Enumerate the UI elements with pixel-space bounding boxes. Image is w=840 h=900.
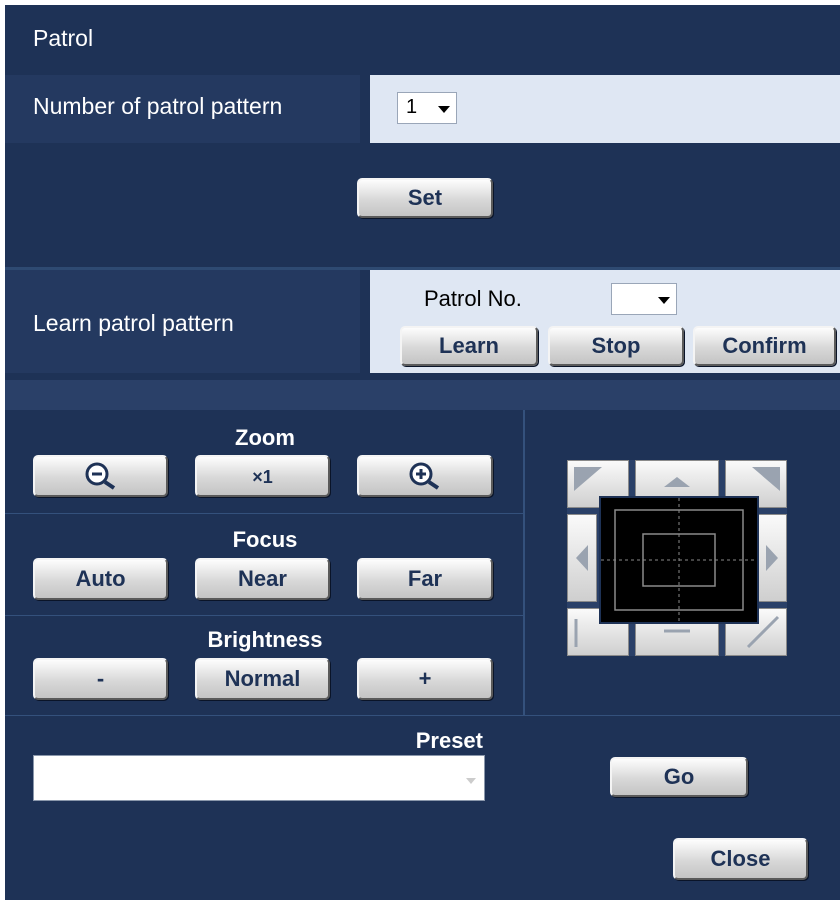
- patrol-pattern-select-value: 1: [406, 96, 418, 118]
- set-section: Set: [5, 143, 840, 265]
- brightness-title: Brightness: [207, 627, 323, 652]
- patrol-dialog: Patrol Number of patrol pattern 1 Set Le…: [5, 5, 840, 900]
- preset-title: Preset: [415, 728, 483, 753]
- dialog-title: Patrol: [33, 25, 94, 51]
- close-button[interactable]: Close: [673, 838, 808, 880]
- zoom-in-button[interactable]: [357, 455, 493, 497]
- zoom-title: Zoom: [235, 425, 295, 450]
- stop-button[interactable]: Stop: [548, 326, 684, 366]
- crosshair-icon: [601, 498, 757, 622]
- learn-value-cell: Patrol No. Learn Stop Confirm: [370, 270, 840, 373]
- ptz-view-area[interactable]: [599, 496, 759, 624]
- focus-near-button[interactable]: Near: [195, 558, 330, 600]
- patrol-pattern-select[interactable]: 1: [397, 92, 457, 124]
- divider: [5, 513, 525, 514]
- pan-right-button[interactable]: [757, 514, 787, 602]
- confirm-button[interactable]: Confirm: [693, 326, 836, 366]
- dialog-footer: Close: [5, 820, 840, 900]
- preset-go-button[interactable]: Go: [610, 757, 748, 797]
- brightness-minus-button[interactable]: -: [33, 658, 168, 700]
- section-band: [5, 380, 840, 410]
- arrow-left-icon: [576, 545, 588, 571]
- arrow-right-icon: [766, 545, 778, 571]
- patrol-no-select[interactable]: [611, 283, 677, 315]
- learn-button[interactable]: Learn: [400, 326, 538, 366]
- zoom-x1-button[interactable]: ×1: [195, 455, 330, 497]
- zoom-out-button[interactable]: [33, 455, 168, 497]
- ptz-pad: [567, 460, 787, 656]
- learn-patrol-label: Learn patrol pattern: [33, 310, 234, 336]
- camera-controls: Zoom ×1 Focus Auto Near Far Brightness -…: [5, 410, 525, 715]
- ptz-pad-area: [527, 410, 840, 715]
- divider: [5, 615, 525, 616]
- preset-select[interactable]: [33, 755, 485, 801]
- chevron-down-icon: [658, 297, 670, 304]
- learn-label-cell: Learn patrol pattern: [5, 270, 360, 373]
- zoom-out-icon: [85, 462, 115, 490]
- focus-auto-button[interactable]: Auto: [33, 558, 168, 600]
- patrol-pattern-label: Number of patrol pattern: [33, 93, 283, 119]
- brightness-plus-button[interactable]: +: [357, 658, 493, 700]
- dialog-header: Patrol: [5, 5, 840, 73]
- chevron-down-icon: [466, 778, 476, 784]
- patrol-pattern-label-cell: Number of patrol pattern: [5, 75, 360, 143]
- patrol-no-label: Patrol No.: [424, 286, 522, 311]
- zoom-in-icon: [409, 462, 440, 490]
- chevron-down-icon: [438, 106, 450, 113]
- divider: [523, 410, 525, 715]
- set-button[interactable]: Set: [357, 178, 493, 218]
- pan-left-button[interactable]: [567, 514, 597, 602]
- focus-title: Focus: [232, 527, 298, 552]
- brightness-normal-button[interactable]: Normal: [195, 658, 330, 700]
- patrol-pattern-value-cell: 1: [370, 75, 840, 143]
- focus-far-button[interactable]: Far: [357, 558, 493, 600]
